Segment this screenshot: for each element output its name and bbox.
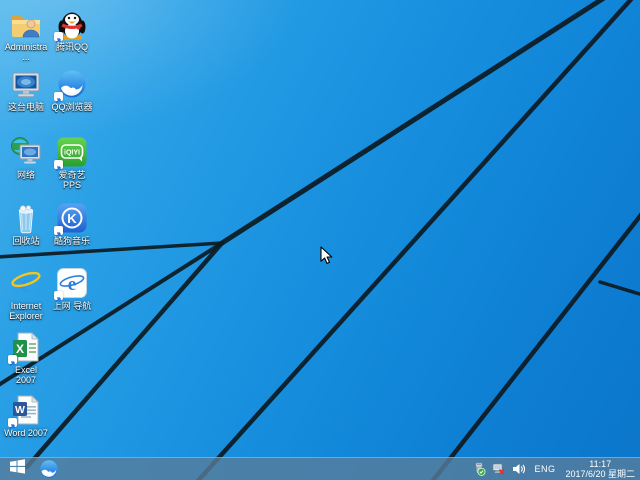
tray-date: 2017/6/20 星期二 bbox=[565, 469, 635, 479]
desktop-icon-qq-browser[interactable]: QQ浏览器 bbox=[50, 68, 94, 112]
shortcut-arrow-icon bbox=[54, 92, 63, 101]
desktop-icon-iqiyi[interactable]: iQIYI 爱奇艺PPS bbox=[50, 136, 94, 190]
windows-logo-icon bbox=[9, 458, 26, 480]
web-navigation-icon: e bbox=[56, 267, 88, 299]
desktop-icon-label: 这台电脑 bbox=[4, 102, 48, 112]
usb-safely-remove-icon[interactable] bbox=[472, 462, 486, 476]
desktop-icon-this-pc[interactable]: 这台电脑 bbox=[4, 68, 48, 112]
desktop-icon-qq[interactable]: 腾讯QQ bbox=[50, 8, 94, 52]
qq-browser-icon bbox=[56, 68, 88, 100]
svg-text:W: W bbox=[15, 404, 25, 416]
svg-text:K: K bbox=[67, 211, 77, 226]
wallpaper-beams bbox=[0, 0, 640, 480]
tray-time: 11:17 bbox=[565, 459, 635, 469]
volume-icon[interactable] bbox=[512, 462, 526, 476]
computer-icon bbox=[10, 68, 42, 100]
word-icon: W bbox=[10, 394, 42, 426]
taskbar-qq-browser-button[interactable] bbox=[34, 458, 64, 480]
desktop-icon-internet-explorer[interactable]: e Internet Explorer bbox=[4, 267, 48, 321]
desktop-icon-label: Administra... bbox=[4, 42, 48, 62]
desktop-icon-label: 爱奇艺PPS bbox=[50, 170, 94, 190]
iqiyi-icon: iQIYI bbox=[56, 136, 88, 168]
desktop[interactable]: Administra... 腾讯QQ bbox=[0, 0, 640, 480]
desktop-icon-label: Excel 2007 bbox=[4, 365, 48, 385]
shortcut-arrow-icon bbox=[54, 291, 63, 300]
excel-icon: X bbox=[10, 331, 42, 363]
svg-text:iQIYI: iQIYI bbox=[64, 150, 80, 157]
svg-text:X: X bbox=[16, 342, 24, 356]
desktop-icon-kugou[interactable]: K 酷狗音乐 bbox=[50, 202, 94, 246]
administrator-folder-icon bbox=[10, 8, 42, 40]
qq-penguin-icon bbox=[56, 8, 88, 40]
start-button[interactable] bbox=[0, 458, 34, 480]
desktop-icon-label: Internet Explorer bbox=[4, 301, 48, 321]
desktop-icon-recycle-bin[interactable]: 回收站 bbox=[4, 202, 48, 246]
mouse-cursor bbox=[320, 246, 333, 270]
internet-explorer-icon: e bbox=[10, 267, 42, 299]
desktop-icon-excel[interactable]: X Excel 2007 bbox=[4, 331, 48, 385]
network-globe-icon bbox=[10, 136, 42, 168]
shortcut-arrow-icon bbox=[8, 418, 17, 427]
desktop-icon-word[interactable]: W Word 2007 bbox=[4, 394, 48, 438]
system-tray: ENG 11:17 2017/6/20 星期二 bbox=[472, 458, 640, 480]
taskbar: ENG 11:17 2017/6/20 星期二 bbox=[0, 457, 640, 480]
language-indicator[interactable]: ENG bbox=[532, 464, 557, 474]
tray-clock[interactable]: 11:17 2017/6/20 星期二 bbox=[563, 459, 635, 479]
shortcut-arrow-icon bbox=[54, 160, 63, 169]
shortcut-arrow-icon bbox=[54, 32, 63, 41]
desktop-icon-network[interactable]: 网络 bbox=[4, 136, 48, 180]
network-disconnected-icon[interactable] bbox=[492, 462, 506, 476]
desktop-icon-administrator[interactable]: Administra... bbox=[4, 8, 48, 62]
desktop-icon-label: 网络 bbox=[4, 170, 48, 180]
kugou-music-icon: K bbox=[56, 202, 88, 234]
desktop-icon-label: 回收站 bbox=[4, 236, 48, 246]
desktop-icon-web-navigation[interactable]: e 上网 导航 bbox=[50, 267, 94, 311]
recycle-bin-icon bbox=[10, 202, 42, 234]
shortcut-arrow-icon bbox=[54, 226, 63, 235]
shortcut-arrow-icon bbox=[8, 355, 17, 364]
